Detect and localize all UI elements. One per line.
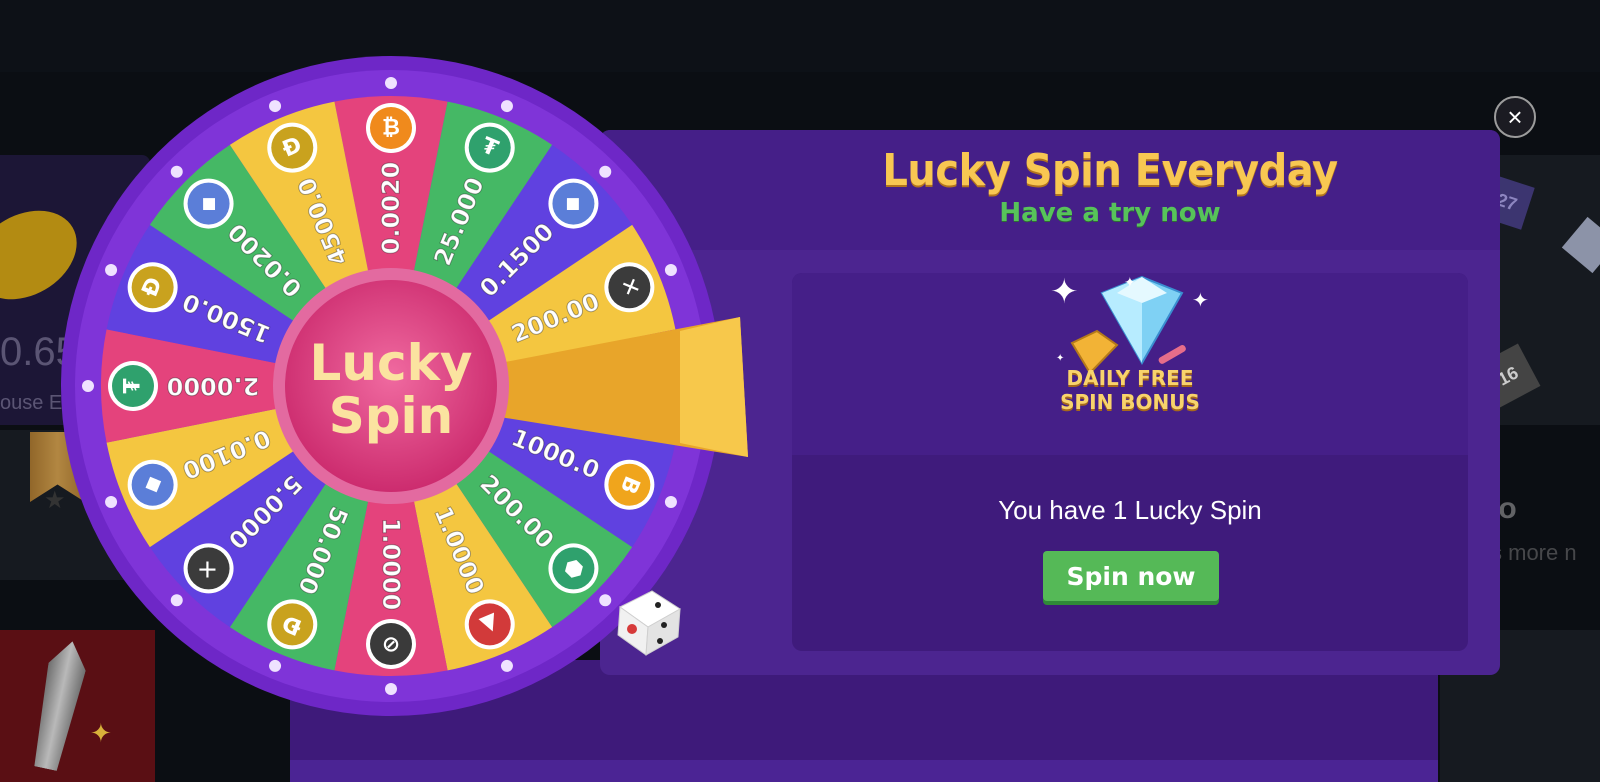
- daily-bonus-label: DAILY FREE SPIN BONUS: [792, 366, 1468, 414]
- sparkle-icon: ✦: [1050, 273, 1079, 311]
- rim-light-dot: [664, 495, 677, 508]
- ethereum-icon: ◆: [127, 459, 178, 510]
- spin-info-panel: ✦ ✦ ✦ ✦ DAILY FREE SPIN BONUS You have 1…: [792, 273, 1468, 651]
- bnb-icon: B: [604, 459, 655, 510]
- dogecoin-icon: Ð: [127, 262, 178, 313]
- svg-text:₿: ₿: [382, 116, 400, 141]
- diamond-icon: ✦ ✦ ✦ ✦: [1050, 273, 1209, 373]
- rim-light-dot: [170, 594, 183, 607]
- rim-light-dot: [385, 77, 397, 89]
- ethereum-icon: ◆: [548, 178, 599, 229]
- spin-now-button[interactable]: Spin now: [1043, 551, 1219, 601]
- close-button[interactable]: ×: [1494, 96, 1536, 138]
- football-icon: ⬢: [548, 543, 599, 594]
- modal-subtitle: Have a try now: [999, 198, 1221, 228]
- rim-light-dot: [82, 380, 94, 392]
- ethereum-icon: ◆: [183, 178, 234, 229]
- svg-text:✦: ✦: [1124, 274, 1136, 290]
- rim-light-dot: [664, 264, 677, 277]
- bonus-line-2: SPIN BONUS: [1060, 390, 1200, 414]
- svg-text:✦: ✦: [1192, 290, 1209, 312]
- tether-icon: ₮: [108, 361, 158, 411]
- rim-light-dot: [269, 659, 282, 672]
- bitcoin-icon: ₿: [366, 103, 416, 153]
- rim-light-dot: [599, 594, 612, 607]
- dice-icon: [617, 590, 681, 656]
- dogecoin-icon: Ð: [267, 122, 318, 173]
- wheel-center-label-line2: Spin: [329, 387, 454, 445]
- rim-light-dot: [105, 495, 118, 508]
- stellar-icon: ⊘: [366, 619, 416, 669]
- wheel-center-label-line1: Lucky: [310, 334, 473, 392]
- svg-text:₮: ₮: [121, 378, 146, 394]
- dogecoin-icon: Ð: [267, 599, 318, 650]
- wheel-segment-value: 2.0000: [167, 372, 260, 400]
- svg-text:⊘: ⊘: [382, 632, 400, 657]
- rim-light-dot: [385, 683, 397, 695]
- tron-icon: ▲: [464, 599, 515, 650]
- spin-count-text: You have 1 Lucky Spin: [998, 495, 1262, 525]
- background-house-edge: ouse E: [0, 392, 63, 414]
- rim-light-dot: [269, 100, 282, 113]
- modal-title: Lucky Spin Everyday: [882, 146, 1338, 196]
- rim-light-dot: [500, 659, 513, 672]
- wheel-segment-value: 1.0000: [377, 518, 405, 611]
- tether-icon: ₮: [464, 122, 515, 173]
- xrp-icon: ✕: [604, 262, 655, 313]
- rim-light-dot: [170, 165, 183, 178]
- modal-backdrop-stripe: [290, 760, 1438, 782]
- wheel-segment-value: 0.0020: [377, 162, 405, 255]
- xrp-icon: ✕: [183, 543, 234, 594]
- wheel-pointer-cap: [680, 317, 748, 457]
- rim-light-dot: [599, 165, 612, 178]
- rim-light-dot: [105, 264, 118, 277]
- svg-text:✦: ✦: [1056, 353, 1064, 364]
- rim-light-dot: [500, 100, 513, 113]
- bonus-line-1: DAILY FREE: [1066, 366, 1194, 390]
